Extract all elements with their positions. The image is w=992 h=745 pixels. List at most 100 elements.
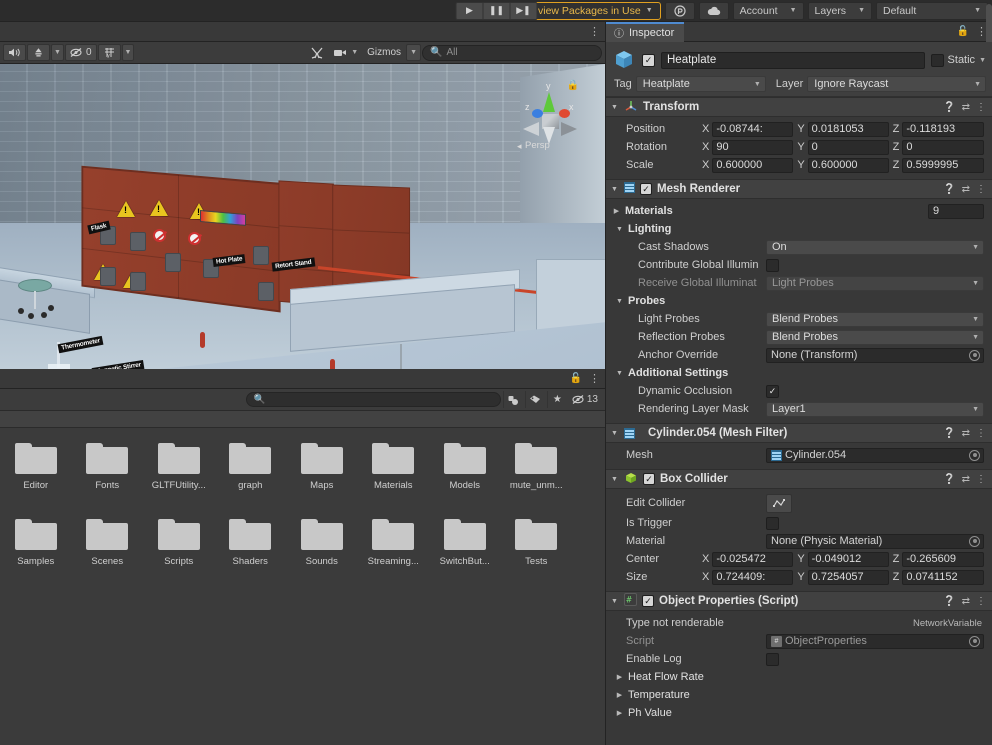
size-z-input[interactable]: 0.0741152 — [902, 569, 984, 585]
position-z-input[interactable]: -0.118193 — [902, 121, 984, 137]
scene-camera-icon[interactable]: ▼ — [329, 44, 362, 61]
collab-icon[interactable] — [664, 1, 695, 20]
scene-visibility-toggle[interactable]: 13 — [569, 394, 601, 405]
component-header-object-properties[interactable]: ▼ # ✓ Object Properties (Script) ❔ ⇄ ⋮ — [606, 591, 992, 611]
reflection-probes-dropdown[interactable]: Blend Probes ▼ — [766, 329, 984, 345]
component-header-transform[interactable]: ▼ Transform ❔ ⇄ ⋮ — [606, 97, 992, 117]
asset-item[interactable]: Scripts — [143, 516, 215, 592]
layout-dropdown[interactable]: Default ▼ — [876, 1, 988, 20]
temperature-foldout[interactable]: ▶ Temperature — [606, 686, 992, 704]
foldout-arrow-icon[interactable]: ▼ — [610, 598, 619, 605]
ph-value-foldout[interactable]: ▶ Ph Value — [606, 704, 992, 722]
filter-type-icon[interactable] — [502, 391, 523, 408]
foldout-arrow-icon[interactable]: ▼ — [615, 298, 624, 305]
cloud-icon[interactable] — [698, 1, 729, 20]
foldout-arrow-icon[interactable]: ▶ — [612, 207, 621, 215]
scale-z-input[interactable]: 0.5999995 — [902, 157, 984, 173]
box-collider-enabled-checkbox[interactable]: ✓ — [643, 473, 655, 485]
asset-item[interactable]: Streaming... — [358, 516, 430, 592]
foldout-arrow-icon[interactable]: ▼ — [615, 226, 624, 233]
edit-collider-button[interactable] — [766, 493, 792, 513]
rotation-z-input[interactable]: 0 — [902, 139, 984, 155]
step-icon[interactable]: ▶❚ — [509, 1, 538, 20]
static-checkbox[interactable] — [930, 53, 944, 67]
foldout-arrow-icon[interactable]: ▶ — [615, 691, 624, 699]
center-z-input[interactable]: -0.265609 — [902, 551, 984, 567]
physic-material-objectfield[interactable]: None (Physic Material) — [766, 533, 984, 549]
gizmo-cone-y[interactable] — [543, 92, 555, 112]
rendering-layer-mask-dropdown[interactable]: Layer1 ▼ — [766, 401, 984, 417]
enable-log-checkbox[interactable] — [766, 652, 779, 666]
asset-item[interactable]: Sounds — [286, 516, 358, 592]
lock-icon[interactable]: 🔒 — [567, 80, 579, 91]
asset-item[interactable]: Shaders — [215, 516, 287, 592]
additional-settings-section[interactable]: ▼ Additional Settings — [606, 364, 992, 382]
fx-icon[interactable]: 0 — [64, 44, 97, 61]
gameobject-name-input[interactable]: Heatplate — [661, 51, 925, 69]
grid-snap-icon[interactable]: y — [97, 44, 121, 61]
asset-item[interactable]: Models — [429, 440, 501, 516]
dynamic-occlusion-checkbox[interactable]: ✓ — [766, 384, 779, 398]
help-icon[interactable]: ❔ — [943, 428, 955, 439]
contribute-gi-checkbox[interactable] — [766, 258, 779, 272]
component-header-mesh-filter[interactable]: ▼ Cylinder.054 (Mesh Filter) ❔ ⇄ ⋮ — [606, 423, 992, 443]
object-picker-icon[interactable] — [969, 349, 980, 361]
projection-mode-label[interactable]: Persp — [525, 140, 550, 151]
asset-item[interactable]: Materials — [358, 440, 430, 516]
asset-item[interactable]: mute_unm... — [501, 440, 573, 516]
asset-item[interactable]: GLTFUtility... — [143, 440, 215, 516]
chevron-down-icon[interactable]: ▼ — [979, 57, 986, 64]
lighting-dropdown-arrow[interactable]: ▼ — [51, 44, 64, 61]
probes-section[interactable]: ▼ Probes — [606, 292, 992, 310]
foldout-arrow-icon[interactable]: ▼ — [610, 430, 619, 437]
object-picker-icon[interactable] — [969, 449, 980, 461]
tab-inspector[interactable]: ⓘ Inspector — [606, 21, 685, 42]
filter-label-icon[interactable] — [524, 391, 545, 408]
object-picker-icon[interactable] — [969, 535, 980, 547]
gizmos-dropdown[interactable]: Gizmos — [363, 44, 405, 61]
kebab-menu-icon[interactable]: ⋮ — [589, 373, 600, 384]
asset-item[interactable]: Maps — [286, 440, 358, 516]
asset-item[interactable]: SwitchBut... — [429, 516, 501, 592]
help-icon[interactable]: ❔ — [943, 102, 955, 113]
asset-item[interactable]: Editor — [0, 440, 72, 516]
center-y-input[interactable]: -0.049012 — [807, 551, 889, 567]
grid-dropdown-arrow[interactable]: ▼ — [121, 44, 135, 61]
play-icon[interactable]: ▶ — [455, 1, 484, 20]
help-icon[interactable]: ❔ — [943, 596, 955, 607]
gameobject-enabled-checkbox[interactable]: ✓ — [642, 53, 655, 67]
gizmo-cone-neg-z[interactable] — [561, 122, 577, 136]
materials-count-input[interactable]: 9 — [928, 203, 984, 219]
materials-row[interactable]: ▶ Materials 9 — [606, 202, 992, 220]
kebab-menu-icon[interactable]: ⋮ — [976, 102, 986, 113]
rotation-x-input[interactable]: 90 — [712, 139, 794, 155]
layers-dropdown[interactable]: Layers ▼ — [807, 1, 872, 20]
position-y-input[interactable]: 0.0181053 — [807, 121, 889, 137]
mesh-objectfield[interactable]: Cylinder.054 — [766, 447, 984, 463]
mesh-renderer-enabled-checkbox[interactable]: ✓ — [640, 183, 652, 195]
asset-grid[interactable]: Editor Fonts GLTFUtility... graph Maps Materi… — [0, 4, 992, 745]
rotation-y-input[interactable]: 0 — [807, 139, 889, 155]
is-trigger-checkbox[interactable] — [766, 516, 779, 530]
center-x-input[interactable]: -0.025472 — [712, 551, 794, 567]
audio-icon[interactable] — [3, 44, 26, 61]
help-icon[interactable]: ❔ — [943, 184, 955, 195]
preset-icon[interactable]: ⇄ — [962, 184, 970, 195]
kebab-menu-icon[interactable]: ⋮ — [976, 184, 986, 195]
kebab-menu-icon[interactable]: ⋮ — [589, 26, 600, 37]
preset-icon[interactable]: ⇄ — [962, 102, 970, 113]
object-properties-enabled-checkbox[interactable]: ✓ — [642, 595, 654, 607]
foldout-arrow-icon[interactable]: ▶ — [615, 709, 624, 717]
scene-search-input[interactable]: 🔍 All — [422, 44, 602, 61]
light-probes-dropdown[interactable]: Blend Probes ▼ — [766, 311, 984, 327]
scene-orientation-gizmo[interactable]: 🔒 y z x Persp ◂ — [517, 78, 583, 158]
scale-y-input[interactable]: 0.600000 — [807, 157, 889, 173]
tag-dropdown[interactable]: Heatplate ▼ — [635, 76, 766, 92]
kebab-menu-icon[interactable]: ⋮ — [976, 474, 986, 485]
scene-viewport[interactable]: Thermometer Magnetic Stirrer Acid Contai… — [0, 64, 605, 369]
asset-item[interactable]: Scenes — [72, 516, 144, 592]
scene-tools-icon[interactable] — [306, 44, 328, 61]
foldout-arrow-icon[interactable]: ▼ — [610, 104, 619, 111]
foldout-arrow-icon[interactable]: ▼ — [615, 370, 624, 377]
static-toggle-group[interactable]: Static ▼ — [930, 53, 986, 67]
